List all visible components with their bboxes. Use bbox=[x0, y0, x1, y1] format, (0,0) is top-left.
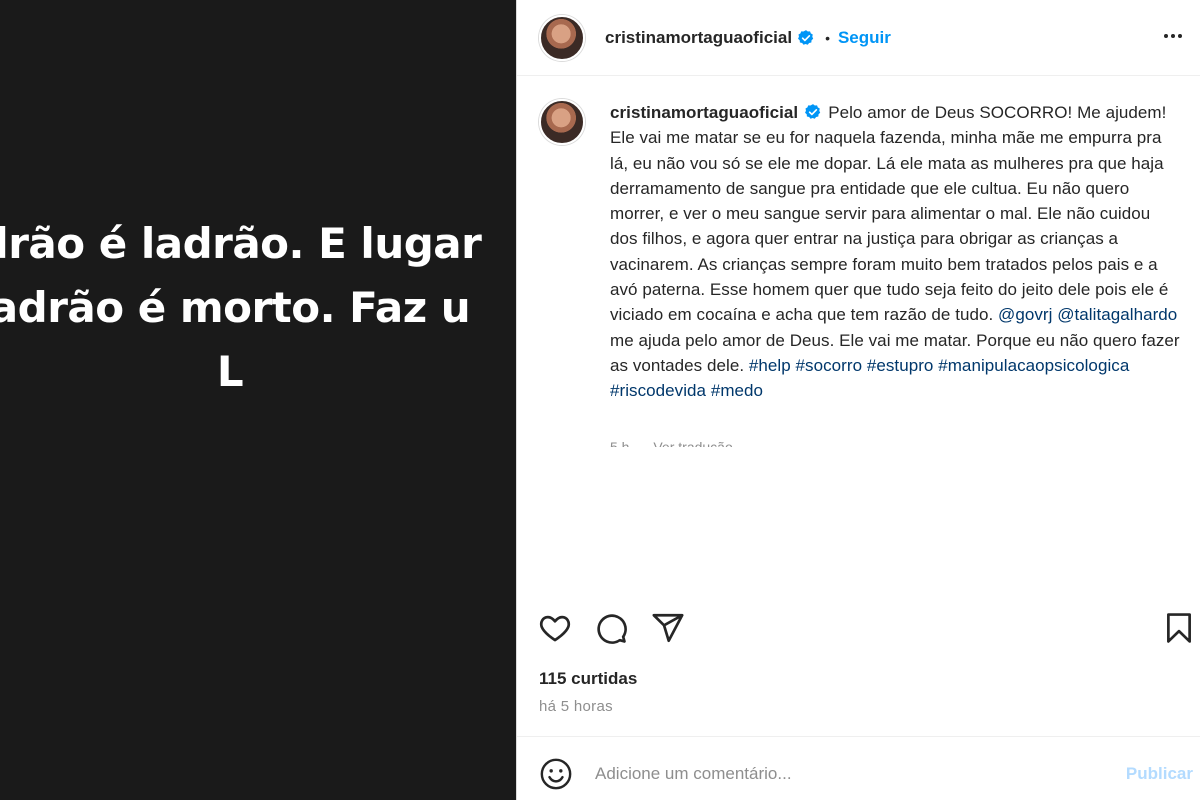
mention-govrj[interactable]: @govrj bbox=[998, 305, 1052, 324]
caption-text: Pelo amor de Deus SOCORRO! Me ajudem! El… bbox=[610, 103, 1169, 325]
more-options-icon[interactable] bbox=[1159, 22, 1187, 50]
verified-icon bbox=[798, 29, 814, 45]
follow-button[interactable]: Seguir bbox=[838, 28, 891, 48]
heart-icon[interactable] bbox=[537, 610, 573, 646]
post-panel: cristinamortaguaoficial • Seguir cristin… bbox=[516, 0, 1200, 800]
comment-bar: Publicar bbox=[517, 736, 1200, 800]
caption-username[interactable]: cristinamortaguaoficial bbox=[610, 103, 798, 122]
media-text: drão é ladrão. E lugar adrão é morto. Fa… bbox=[0, 219, 482, 396]
bookmark-icon[interactable] bbox=[1161, 610, 1197, 646]
verified-icon bbox=[805, 104, 821, 119]
post-time: há 5 horas bbox=[539, 698, 613, 715]
comment-input[interactable] bbox=[595, 759, 1075, 789]
emoji-icon[interactable] bbox=[539, 757, 573, 791]
hashtag-help[interactable]: #help bbox=[749, 356, 791, 375]
publish-button[interactable]: Publicar bbox=[1126, 764, 1193, 784]
post-media[interactable]: drão é ladrão. E lugar adrão é morto. Fa… bbox=[0, 0, 516, 800]
hashtag-manipulacaopsicologica[interactable]: #manipulacaopsicologica bbox=[938, 356, 1129, 375]
hashtag-medo[interactable]: #medo bbox=[711, 381, 763, 400]
header-username[interactable]: cristinamortaguaoficial bbox=[605, 28, 792, 48]
comment-icon[interactable] bbox=[593, 610, 629, 646]
hashtag-socorro[interactable]: #socorro bbox=[796, 356, 863, 375]
post-header: cristinamortaguaoficial • Seguir bbox=[517, 0, 1200, 76]
share-icon[interactable] bbox=[650, 610, 686, 646]
avatar[interactable] bbox=[539, 14, 585, 61]
hashtag-riscodevida[interactable]: #riscodevida bbox=[610, 381, 706, 400]
caption-age: 5 h bbox=[610, 439, 630, 447]
action-bar bbox=[517, 606, 1200, 650]
caption-meta: 5 h Ver tradução bbox=[610, 439, 753, 447]
caption: cristinamortaguaoficial Pelo amor de Deu… bbox=[610, 100, 1180, 404]
mention-talitagalhardo[interactable]: @talitagalhardo bbox=[1057, 305, 1177, 324]
translate-link[interactable]: Ver tradução bbox=[653, 439, 732, 447]
likes-count[interactable]: 115 curtidas bbox=[539, 669, 637, 689]
header-separator: • bbox=[825, 29, 830, 46]
caption-avatar[interactable] bbox=[539, 99, 585, 145]
hashtag-estupro[interactable]: #estupro bbox=[867, 356, 934, 375]
caption-area: cristinamortaguaoficial Pelo amor de Deu… bbox=[517, 77, 1200, 447]
